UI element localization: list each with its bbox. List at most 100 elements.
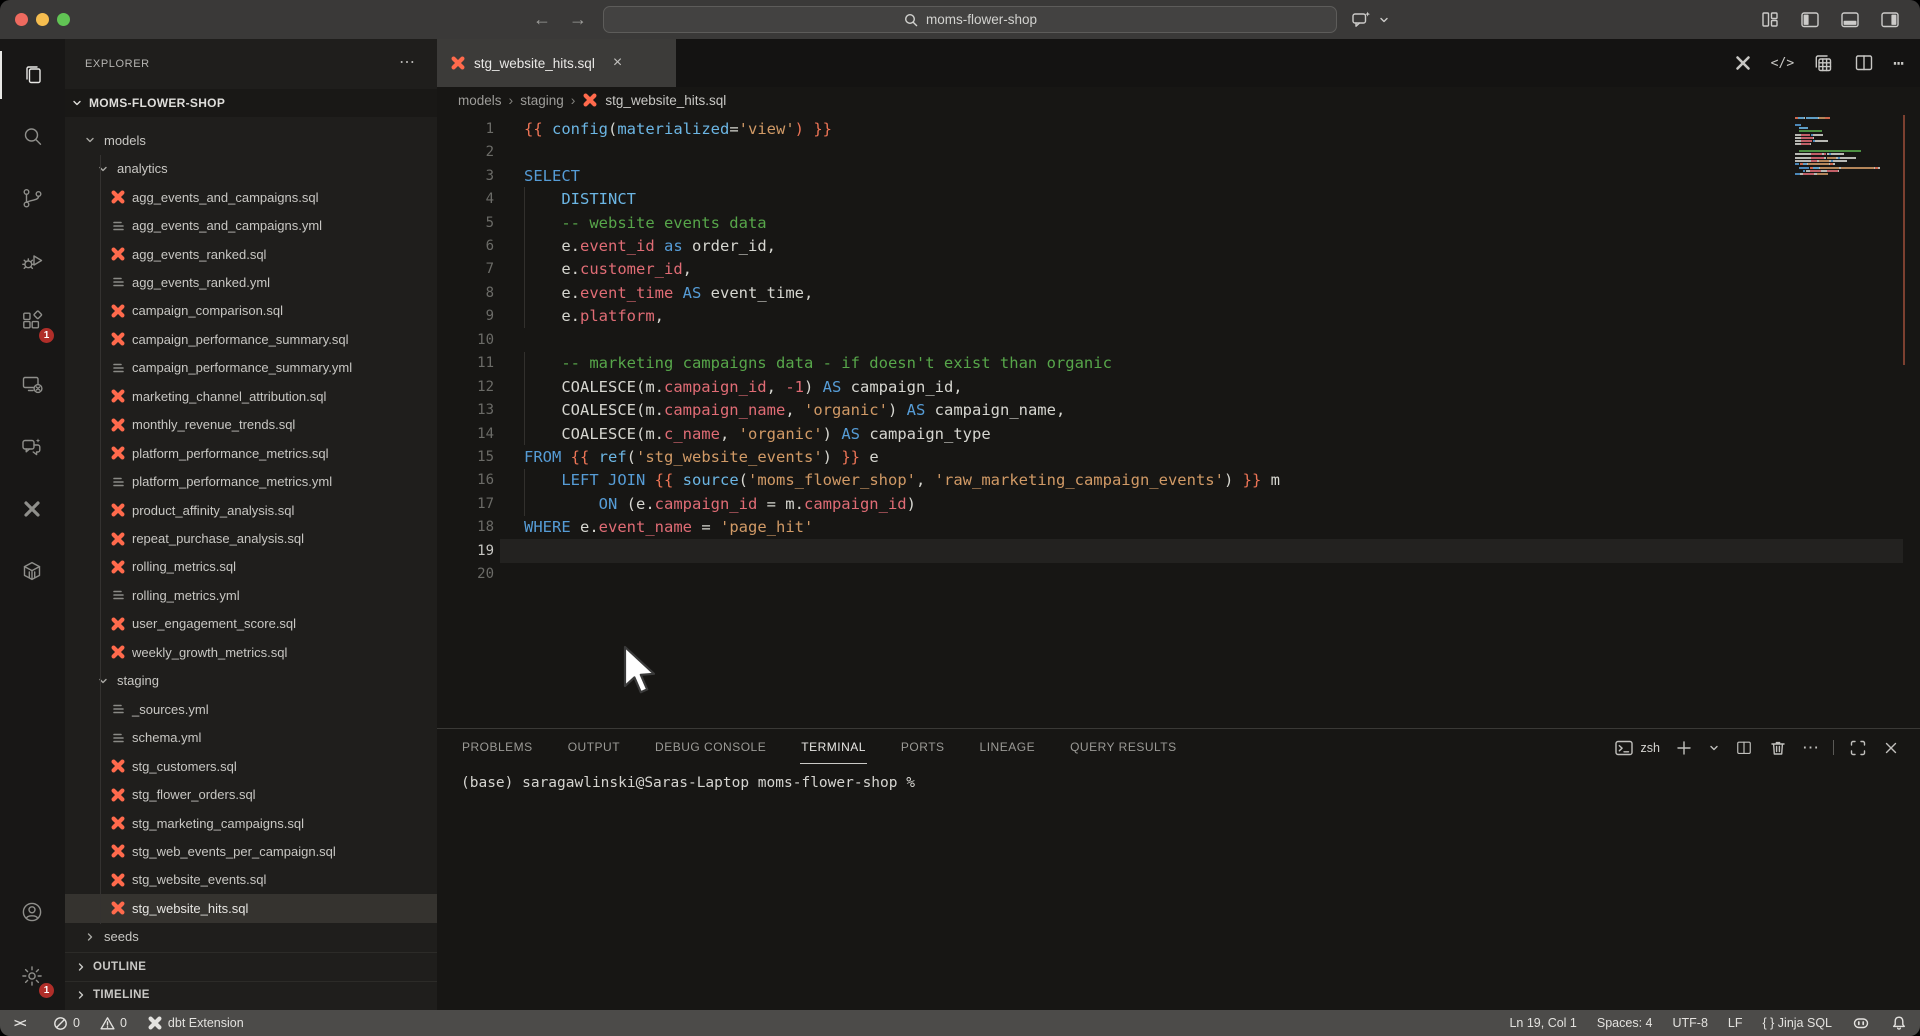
panel-tab-problems[interactable]: PROBLEMS <box>461 731 534 764</box>
activity-item-search[interactable] <box>0 113 65 161</box>
status-item-error-circle[interactable]: 0 <box>53 1016 80 1031</box>
tree-item-platform-performance-metrics-yml[interactable]: platform_performance_metrics.yml <box>65 467 437 495</box>
tree-item-models[interactable]: models <box>65 126 437 154</box>
tree-item-agg-events-and-campaigns-yml[interactable]: agg_events_and_campaigns.yml <box>65 211 437 239</box>
activity-item-package[interactable] <box>0 548 65 596</box>
tree-item-campaign-comparison-sql[interactable]: campaign_comparison.sql <box>65 297 437 325</box>
panel-tab-query-results[interactable]: QUERY RESULTS <box>1069 731 1178 764</box>
status-item-lf[interactable]: LF <box>1728 1016 1743 1030</box>
status-item-ln-19-col-1[interactable]: Ln 19, Col 1 <box>1509 1016 1576 1030</box>
tree-item-rolling-metrics-yml[interactable]: rolling_metrics.yml <box>65 581 437 609</box>
trash-icon[interactable] <box>1768 738 1788 758</box>
toggle-panel-icon[interactable] <box>1838 8 1862 32</box>
tree-item-weekly-growth-metrics-sql[interactable]: weekly_growth_metrics.sql <box>65 638 437 666</box>
toggle-primary-sidebar-icon[interactable] <box>1798 8 1822 32</box>
forward-icon[interactable]: → <box>569 9 587 30</box>
tree-item-campaign-performance-summary-yml[interactable]: campaign_performance_summary.yml <box>65 354 437 382</box>
tree-root-moms-flower-shop[interactable]: MOMS-FLOWER-SHOP <box>65 89 437 117</box>
tree-item-agg-events-ranked-yml[interactable]: agg_events_ranked.yml <box>65 268 437 296</box>
activity-item-accounts[interactable] <box>0 889 65 937</box>
tree-item-product-affinity-analysis-sql[interactable]: product_affinity_analysis.sql <box>65 496 437 524</box>
minimize-window-button[interactable] <box>36 13 49 26</box>
close-x-icon[interactable] <box>1882 739 1900 757</box>
code-line-3[interactable]: 3SELECT <box>437 164 1903 187</box>
panel-tab-lineage[interactable]: LINEAGE <box>979 731 1037 764</box>
panel-tab-terminal[interactable]: TERMINAL <box>800 731 867 764</box>
more-actions-icon[interactable]: ⋯ <box>1802 738 1819 758</box>
code-line-7[interactable]: 7 e.customer_id, <box>437 258 1903 281</box>
maximize-icon[interactable] <box>1848 738 1868 758</box>
status-item-dbt-solid[interactable]: dbt Extension <box>147 1015 244 1031</box>
activity-item-source-control[interactable] <box>0 175 65 223</box>
dbt-icon[interactable] <box>1732 52 1754 74</box>
query-results-icon[interactable] <box>1811 51 1835 75</box>
tree-item-repeat-purchase-analysis-sql[interactable]: repeat_purchase_analysis.sql <box>65 524 437 552</box>
breadcrumb-item[interactable]: staging <box>520 93 564 108</box>
activity-item-extensions[interactable]: 1 <box>0 298 65 346</box>
close-window-button[interactable] <box>15 13 28 26</box>
code-line-12[interactable]: 12 COALESCE(m.campaign_id, -1) AS campai… <box>437 375 1903 398</box>
status-item-remote-indicator[interactable]: >< <box>14 1016 25 1030</box>
code-line-4[interactable]: 4 DISTINCT <box>437 187 1903 210</box>
sidebar-section-timeline[interactable]: TIMELINE <box>65 981 437 1009</box>
tree-item-campaign-performance-summary-sql[interactable]: campaign_performance_summary.sql <box>65 325 437 353</box>
chev-down-icon[interactable] <box>1708 742 1720 754</box>
activity-item-dbt[interactable] <box>0 486 65 534</box>
back-icon[interactable]: ← <box>533 9 551 30</box>
code-line-20[interactable]: 20 <box>437 563 1903 586</box>
code-line-14[interactable]: 14 COALESCE(m.c_name, 'organic') AS camp… <box>437 422 1903 445</box>
command-center-search[interactable]: moms-flower-shop <box>603 6 1337 33</box>
tree-item-schema-yml[interactable]: schema.yml <box>65 723 437 751</box>
tree-item-agg-events-ranked-sql[interactable]: agg_events_ranked.sql <box>65 240 437 268</box>
code-editor[interactable]: 1{{ config(materialized='view') }}23SELE… <box>437 113 1920 728</box>
tree-item-stg-website-hits-sql[interactable]: stg_website_hits.sql <box>65 894 437 922</box>
tree-item-stg-marketing-campaigns-sql[interactable]: stg_marketing_campaigns.sql <box>65 809 437 837</box>
tree-item-marketing-channel-attribution-sql[interactable]: marketing_channel_attribution.sql <box>65 382 437 410</box>
terminal-output[interactable]: (base) saragawlinski@Saras-Laptop moms-f… <box>461 775 915 791</box>
activity-item-settings[interactable]: 1 <box>0 953 65 1001</box>
code-line-13[interactable]: 13 COALESCE(m.campaign_name, 'organic') … <box>437 398 1903 421</box>
terminal-icon[interactable] <box>1613 737 1635 759</box>
tree-item-analytics[interactable]: analytics <box>65 154 437 182</box>
code-line-1[interactable]: 1{{ config(materialized='view') }} <box>437 117 1903 140</box>
more-icon[interactable]: ⋯ <box>1893 53 1904 74</box>
status-item-utf-8[interactable]: UTF-8 <box>1672 1016 1707 1030</box>
breadcrumb-file[interactable]: stg_website_hits.sql <box>605 93 726 108</box>
breadcrumb-item[interactable]: models <box>458 93 502 108</box>
tree-item-platform-performance-metrics-sql[interactable]: platform_performance_metrics.sql <box>65 439 437 467</box>
status-item-bell[interactable] <box>1890 1014 1908 1032</box>
tree-item-agg-events-and-campaigns-sql[interactable]: agg_events_and_campaigns.sql <box>65 183 437 211</box>
code-line-5[interactable]: 5 -- website events data <box>437 211 1903 234</box>
tree-item-stg-customers-sql[interactable]: stg_customers.sql <box>65 752 437 780</box>
code-line-8[interactable]: 8 e.event_time AS event_time, <box>437 281 1903 304</box>
code-line-17[interactable]: 17 ON (e.campaign_id = m.campaign_id) <box>437 492 1903 515</box>
code-line-15[interactable]: 15FROM {{ ref('stg_website_events') }} e <box>437 445 1903 468</box>
shell-name[interactable]: zsh <box>1641 741 1660 755</box>
layout-customize-icon[interactable] <box>1758 8 1782 32</box>
tree-item-user-engagement-score-sql[interactable]: user_engagement_score.sql <box>65 610 437 638</box>
maximize-window-button[interactable] <box>57 13 70 26</box>
status-item-copilot[interactable] <box>1852 1014 1870 1032</box>
code-line-19[interactable]: 19 <box>437 539 1903 562</box>
panel-tab-ports[interactable]: PORTS <box>900 731 946 764</box>
split-editor-icon[interactable] <box>1852 51 1876 75</box>
sidebar-section-outline[interactable]: OUTLINE <box>65 952 437 980</box>
activity-item-explorer[interactable] <box>0 51 65 99</box>
code-line-6[interactable]: 6 e.event_id as order_id, <box>437 234 1903 257</box>
tab-stg-website-hits[interactable]: stg_website_hits.sql × <box>437 39 676 87</box>
tree-item-staging[interactable]: staging <box>65 667 437 695</box>
copilot-chat-control[interactable] <box>1349 0 1390 39</box>
activity-item-chat[interactable] <box>0 424 65 472</box>
tree-item-monthly-revenue-trends-sql[interactable]: monthly_revenue_trends.sql <box>65 411 437 439</box>
status-item--jinja-sql[interactable]: { } Jinja SQL <box>1763 1016 1833 1030</box>
code-line-10[interactable]: 10 <box>437 328 1903 351</box>
activity-item-remote-explorer[interactable] <box>0 361 65 409</box>
plus-icon[interactable] <box>1674 738 1694 758</box>
tree-item-rolling-metrics-sql[interactable]: rolling_metrics.sql <box>65 553 437 581</box>
explorer-more-icon[interactable]: ⋯ <box>399 52 415 72</box>
code-preview-icon[interactable]: </> <box>1771 56 1794 71</box>
split-editor-icon[interactable] <box>1734 738 1754 758</box>
tree-item-stg-website-events-sql[interactable]: stg_website_events.sql <box>65 866 437 894</box>
code-line-9[interactable]: 9 e.platform, <box>437 305 1903 328</box>
status-item-warning-triangle[interactable]: 0 <box>100 1016 127 1031</box>
